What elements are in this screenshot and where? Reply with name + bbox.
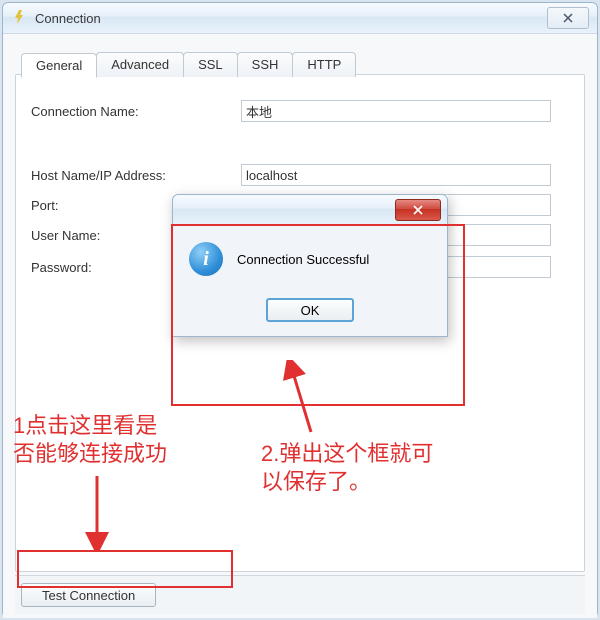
- host-label: Host Name/IP Address:: [31, 168, 241, 183]
- close-icon: [413, 205, 423, 215]
- dialog-titlebar: [172, 194, 448, 226]
- connection-name-label: Connection Name:: [31, 104, 241, 119]
- connection-result-dialog: i Connection Successful OK: [172, 194, 448, 337]
- row-connection-name: Connection Name:: [31, 100, 551, 122]
- tab-advanced[interactable]: Advanced: [96, 52, 184, 77]
- connection-name-input[interactable]: [241, 100, 551, 122]
- row-host: Host Name/IP Address:: [31, 164, 551, 186]
- window-close-button[interactable]: [547, 7, 589, 29]
- close-icon: [563, 13, 573, 23]
- tab-ssh[interactable]: SSH: [237, 52, 294, 77]
- window-title: Connection: [35, 11, 101, 26]
- bottom-bar: Test Connection: [15, 575, 585, 614]
- plug-icon: [13, 9, 29, 28]
- tab-general[interactable]: General: [21, 53, 97, 78]
- titlebar: Connection: [3, 3, 597, 34]
- dialog-button-row: OK: [189, 298, 431, 322]
- tab-http[interactable]: HTTP: [292, 52, 356, 77]
- info-icon: i: [189, 242, 223, 276]
- ok-button[interactable]: OK: [266, 298, 354, 322]
- dialog-message: Connection Successful: [237, 252, 369, 267]
- host-input[interactable]: [241, 164, 551, 186]
- test-connection-button[interactable]: Test Connection: [21, 583, 156, 607]
- dialog-message-row: i Connection Successful: [189, 242, 431, 276]
- dialog-close-button[interactable]: [395, 199, 441, 221]
- tab-strip: General Advanced SSL SSH HTTP: [21, 52, 355, 77]
- tab-ssl[interactable]: SSL: [183, 52, 238, 77]
- dialog-body: i Connection Successful OK: [172, 226, 448, 337]
